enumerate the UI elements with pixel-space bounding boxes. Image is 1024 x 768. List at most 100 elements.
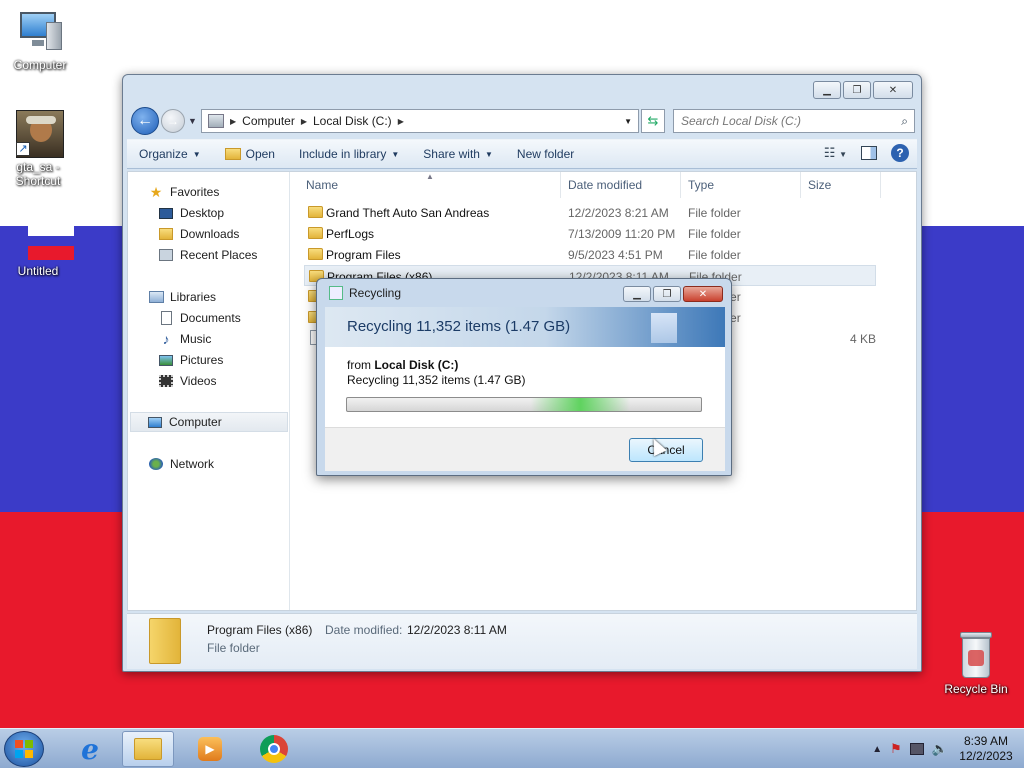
from-value: Local Disk (C:) [374, 358, 459, 372]
new-folder-label: New folder [516, 147, 575, 161]
nav-downloads[interactable]: Downloads [158, 224, 239, 244]
desktop-icon-untitled[interactable]: Untitled [0, 220, 76, 278]
recent-pages-dropdown[interactable]: ▼ [188, 116, 197, 126]
column-divider[interactable] [560, 172, 561, 198]
nav-network[interactable]: Network [148, 454, 214, 474]
dialog-close-button[interactable]: ✕ [683, 286, 723, 302]
downloads-icon [158, 226, 174, 242]
taskbar-internet-explorer[interactable]: e [64, 731, 116, 767]
network-status-icon[interactable] [909, 743, 924, 755]
close-icon: ✕ [888, 84, 898, 96]
taskbar-media-player[interactable]: ▶ [184, 731, 236, 767]
nav-desktop[interactable]: Desktop [158, 203, 224, 223]
chevron-down-icon: ▼ [484, 149, 493, 159]
nav-videos[interactable]: Videos [158, 371, 216, 391]
system-tray: ▲ ⚑ 🔈 8:39 AM 12/2/2023 [872, 729, 1024, 768]
address-bar[interactable]: ▶ Computer ▶ Local Disk (C:) ▶ ▼ [201, 109, 639, 133]
nav-label: Videos [180, 374, 217, 388]
dialog-title-text: Recycling [349, 286, 402, 300]
sort-indicator-icon: ▲ [426, 172, 434, 181]
shortcut-arrow-icon: ↗ [16, 142, 30, 156]
nav-recent-places[interactable]: Recent Places [158, 245, 257, 265]
desktop-icon-gta-shortcut[interactable]: ↗ gta_sa - Shortcut [0, 110, 76, 188]
libraries-icon [148, 289, 164, 305]
desktop-icon-computer[interactable]: Computer [2, 8, 78, 72]
nav-label: Favorites [170, 185, 220, 199]
file-name: PerfLogs [326, 227, 375, 241]
dialog-maximize-button[interactable]: ❐ [653, 286, 681, 302]
maximize-button[interactable]: ❐ [843, 81, 871, 99]
include-in-library-button[interactable]: Include in library ▼ [287, 140, 411, 168]
search-input[interactable]: Search Local Disk (C:) ⌕ [673, 109, 915, 133]
desktop-icon-recycle-bin[interactable]: Recycle Bin [938, 632, 1014, 696]
nav-computer[interactable]: Computer [130, 412, 288, 432]
close-button[interactable]: ✕ [873, 81, 913, 99]
share-with-button[interactable]: Share with ▼ [411, 140, 505, 168]
nav-label: Network [170, 457, 215, 471]
breadcrumb-computer[interactable]: Computer [242, 114, 295, 128]
nav-music[interactable]: ♪ Music [158, 329, 212, 349]
nav-favorites[interactable]: ★ Favorites [148, 182, 220, 202]
column-divider[interactable] [680, 172, 681, 198]
desktop-icon-label: Untitled [17, 264, 59, 278]
breadcrumb-separator-icon[interactable]: ▶ [398, 117, 404, 126]
column-divider[interactable] [880, 172, 881, 198]
details-date-label: Date modified: [325, 623, 403, 637]
share-label: Share with [423, 147, 480, 161]
column-divider[interactable] [800, 172, 801, 198]
restore-icon: ❐ [852, 84, 862, 96]
file-date: 12/2/2023 8:21 AM [568, 206, 669, 220]
include-label: Include in library [298, 147, 387, 161]
details-type: File folder [207, 641, 260, 655]
back-button[interactable]: ← [131, 107, 159, 135]
clock-date: 12/2/2023 [959, 749, 1013, 763]
recycle-icon [329, 286, 343, 300]
organize-button[interactable]: Organize ▼ [127, 140, 213, 168]
chevron-down-icon: ▼ [391, 149, 400, 159]
search-icon[interactable]: ⌕ [901, 114, 908, 129]
nav-label: Downloads [180, 227, 240, 241]
start-button[interactable] [4, 731, 44, 767]
nav-documents[interactable]: Documents [158, 308, 241, 328]
preview-pane-icon[interactable] [861, 146, 877, 160]
show-hidden-icons-icon[interactable]: ▲ [872, 744, 882, 755]
dialog-heading: Recycling 11,352 items (1.47 GB) [347, 318, 571, 335]
forward-button[interactable]: → [161, 109, 185, 133]
dialog-minimize-button[interactable]: ▁ [623, 286, 651, 302]
breadcrumb-separator-icon[interactable]: ▶ [301, 117, 307, 126]
nav-label: Desktop [180, 206, 225, 220]
refresh-button[interactable]: ⇆ [641, 109, 665, 133]
table-row[interactable]: PerfLogs 7/13/2009 11:20 PM File folder [304, 223, 876, 244]
nav-libraries[interactable]: Libraries [148, 287, 216, 307]
column-header-size[interactable]: Size [808, 178, 831, 198]
taskbar-chrome[interactable] [248, 731, 300, 767]
recycling-dialog: Recycling ▁ ❐ ✕ Recycling 11,352 items (… [316, 278, 732, 476]
view-options-icon[interactable]: ☷ ▼ [824, 145, 847, 161]
new-folder-button[interactable]: New folder [505, 140, 586, 168]
media-player-icon: ▶ [198, 737, 222, 761]
breadcrumb-local-disk[interactable]: Local Disk (C:) [313, 114, 392, 128]
column-header-name[interactable]: Name [306, 178, 338, 198]
column-header-date[interactable]: Date modified [568, 178, 642, 198]
file-name: Grand Theft Auto San Andreas [326, 206, 490, 220]
breadcrumb-separator-icon[interactable]: ▶ [230, 117, 236, 126]
open-button[interactable]: Open [213, 140, 287, 168]
computer-icon [147, 414, 163, 430]
action-center-flag-icon[interactable]: ⚑ [890, 741, 902, 757]
clock[interactable]: 8:39 AM 12/2/2023 [956, 734, 1016, 764]
nav-label: Pictures [180, 353, 224, 367]
table-row[interactable]: Grand Theft Auto San Andreas 12/2/2023 8… [304, 202, 876, 223]
folder-icon [308, 206, 323, 218]
help-icon[interactable]: ? [891, 144, 909, 162]
file-type: File folder [688, 206, 741, 220]
address-dropdown-icon[interactable]: ▼ [624, 117, 632, 126]
search-placeholder: Search Local Disk (C:) [681, 114, 802, 128]
nav-pictures[interactable]: Pictures [158, 350, 223, 370]
minimize-button[interactable]: ▁ [813, 81, 841, 99]
volume-muted-icon[interactable]: 🔈 [932, 741, 948, 757]
nav-label: Documents [180, 311, 241, 325]
taskbar-windows-explorer[interactable] [122, 731, 174, 767]
column-header-type[interactable]: Type [688, 178, 714, 198]
table-row[interactable]: Program Files 9/5/2023 4:51 PM File fold… [304, 244, 876, 265]
file-date: 9/5/2023 4:51 PM [568, 248, 663, 262]
